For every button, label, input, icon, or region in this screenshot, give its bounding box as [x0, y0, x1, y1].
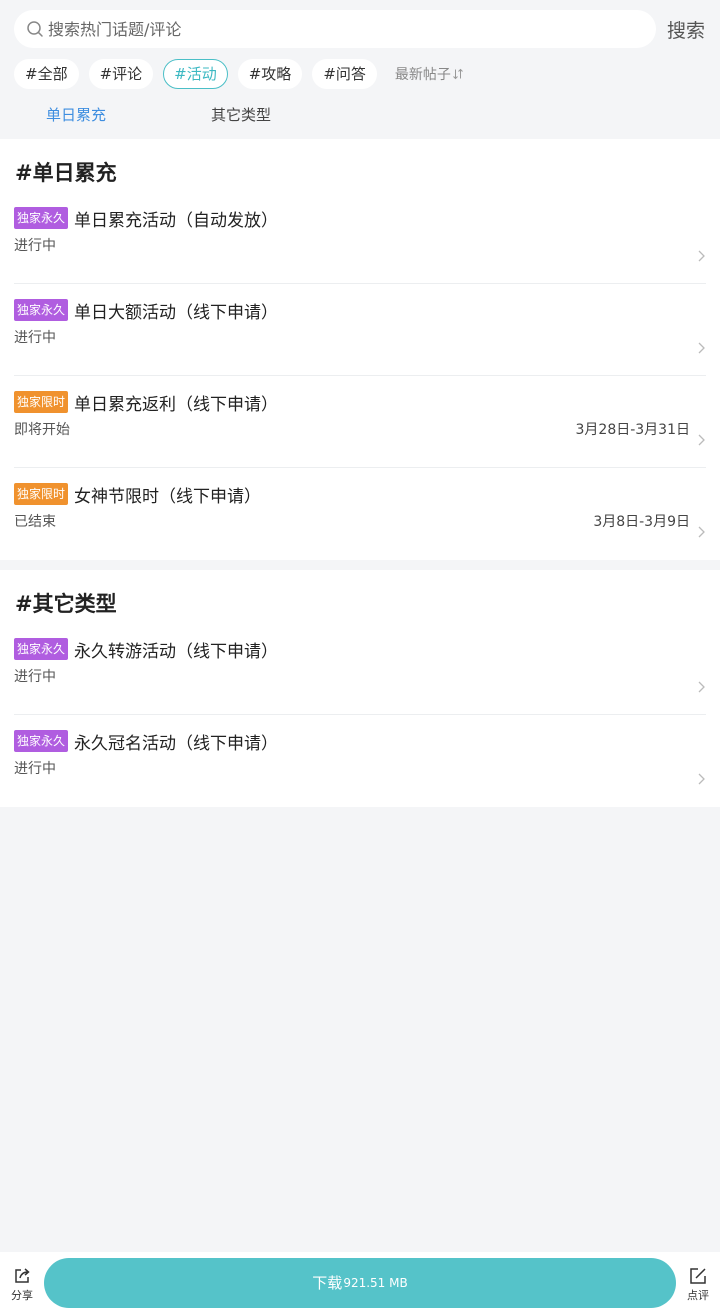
bottom-bar: 分享 下载 921.51 MB 点评	[0, 1252, 720, 1313]
review-label: 点评	[687, 1289, 709, 1302]
chevron-right-icon	[698, 434, 705, 446]
item-meta: 已结束 3月8日-3月9日	[14, 511, 706, 531]
list-item[interactable]: 独家永久 单日大额活动（线下申请） 进行中	[14, 297, 706, 376]
tag-comment[interactable]: #评论	[88, 59, 154, 89]
tag-all[interactable]: #全部	[14, 59, 79, 89]
item-title: 永久冠名活动（线下申请）	[74, 733, 279, 754]
tag-guide[interactable]: #攻略	[237, 59, 303, 89]
share-icon	[15, 1268, 30, 1283]
item-date: 3月8日-3月9日	[593, 514, 690, 530]
item-header: 独家永久 永久冠名活动（线下申请）	[14, 728, 706, 754]
tag-qa[interactable]: #问答	[312, 59, 377, 89]
item-status: 进行中	[14, 669, 56, 685]
item-title: 单日大额活动（线下申请）	[74, 302, 279, 323]
tag-activity[interactable]: #活动	[163, 59, 228, 89]
item-badge: 独家永久	[14, 207, 69, 229]
item-badge: 独家永久	[14, 730, 69, 752]
search-row: 搜索	[14, 10, 706, 48]
item-meta: 即将开始 3月28日-3月31日	[14, 419, 706, 439]
item-title: 永久转游活动（线下申请）	[74, 641, 279, 662]
item-header: 独家永久 单日大额活动（线下申请）	[14, 297, 706, 323]
page: 搜索 #全部 #评论 #活动 #攻略 #问答 最新帖子 单日累充 其它类型	[0, 0, 720, 1313]
sort-arrows-icon	[453, 68, 463, 80]
item-status: 进行中	[14, 761, 56, 777]
download-size: 921.51 MB	[343, 1275, 408, 1290]
sort-label: 最新帖子	[394, 67, 451, 83]
tag-bar: #全部 #评论 #活动 #攻略 #问答 最新帖子	[14, 59, 706, 89]
section-title: #单日累充	[15, 161, 117, 185]
item-header: 独家限时 单日累充返利（线下申请）	[14, 389, 706, 415]
chevron-right-icon	[698, 526, 705, 538]
edit-icon	[690, 1268, 706, 1284]
review-button[interactable]: 点评	[676, 1262, 720, 1303]
download-label: 下载	[312, 1274, 343, 1292]
share-label: 分享	[11, 1289, 33, 1302]
item-meta: 进行中	[14, 666, 706, 686]
item-meta: 进行中	[14, 235, 706, 255]
section-title: #其它类型	[15, 592, 117, 616]
sort-button[interactable]: 最新帖子	[395, 64, 464, 84]
item-status: 已结束	[14, 514, 56, 530]
item-badge: 独家永久	[14, 299, 69, 321]
list-item[interactable]: 独家永久 永久冠名活动（线下申请） 进行中	[14, 728, 706, 807]
search-box[interactable]	[14, 10, 656, 48]
item-title: 单日累充活动（自动发放）	[74, 210, 279, 231]
item-badge: 独家永久	[14, 638, 69, 660]
item-badge: 独家限时	[14, 483, 69, 505]
chevron-right-icon	[698, 773, 705, 785]
list-item[interactable]: 独家限时 单日累充返利（线下申请） 即将开始 3月28日-3月31日	[14, 389, 706, 468]
item-header: 独家永久 永久转游活动（线下申请）	[14, 636, 706, 662]
item-badge: 独家限时	[14, 391, 69, 413]
search-input[interactable]	[48, 19, 656, 39]
section-other-types: #其它类型 独家永久 永久转游活动（线下申请） 进行中 独家永久 永久冠名活动（…	[0, 570, 720, 807]
search-button[interactable]: 搜索	[666, 16, 706, 43]
list-item[interactable]: 独家永久 单日累充活动（自动发放） 进行中	[14, 205, 706, 284]
list-item[interactable]: 独家限时 女神节限时（线下申请） 已结束 3月8日-3月9日	[14, 481, 706, 560]
item-status: 即将开始	[14, 422, 70, 438]
item-date: 3月28日-3月31日	[575, 422, 691, 438]
subtab-daily-recharge[interactable]: 单日累充	[46, 104, 106, 125]
chevron-right-icon	[698, 681, 705, 693]
section-daily-recharge: #单日累充 独家永久 单日累充活动（自动发放） 进行中 独家永久 单日大额活动（…	[0, 139, 720, 560]
chevron-right-icon	[698, 250, 705, 262]
item-status: 进行中	[14, 238, 56, 254]
item-status: 进行中	[14, 330, 56, 346]
item-title: 单日累充返利（线下申请）	[74, 394, 279, 415]
item-meta: 进行中	[14, 758, 706, 778]
download-button[interactable]: 下载 921.51 MB	[44, 1257, 676, 1308]
item-header: 独家限时 女神节限时（线下申请）	[14, 481, 706, 507]
item-meta: 进行中	[14, 327, 706, 347]
top-area: 搜索 #全部 #评论 #活动 #攻略 #问答 最新帖子 单日累充 其它类型	[0, 0, 720, 139]
list-item[interactable]: 独家永久 永久转游活动（线下申请） 进行中	[14, 636, 706, 715]
item-header: 独家永久 单日累充活动（自动发放）	[14, 205, 706, 231]
share-button[interactable]: 分享	[0, 1262, 44, 1303]
search-icon	[27, 21, 43, 37]
subtab-other-types[interactable]: 其它类型	[211, 104, 271, 125]
sub-tabs: 单日累充 其它类型	[14, 89, 706, 139]
item-title: 女神节限时（线下申请）	[74, 486, 262, 507]
chevron-right-icon	[698, 342, 705, 354]
